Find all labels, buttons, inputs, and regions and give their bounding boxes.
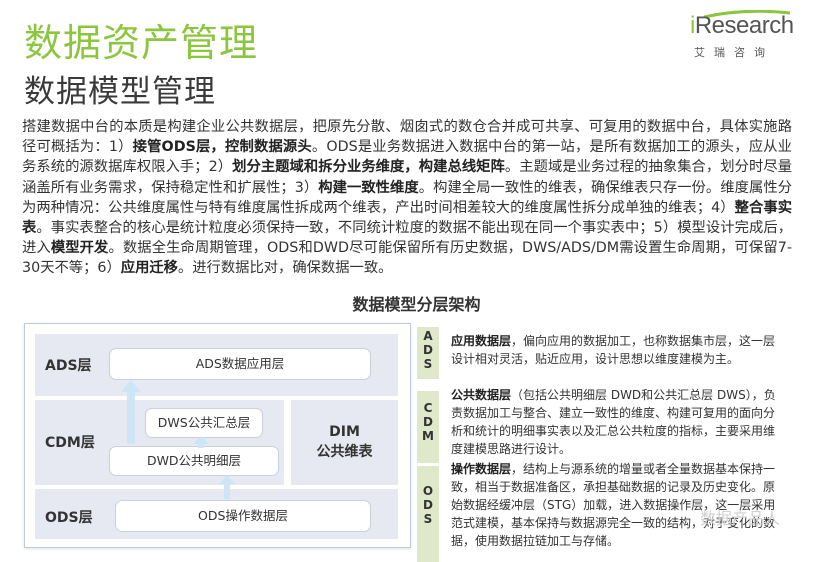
watermark: 数据产品人: [700, 509, 781, 528]
tag-ods: ODS: [417, 466, 439, 562]
paragraph-bold-run: 构建一致性维度: [318, 179, 419, 196]
logo-wordmark: iResearch: [690, 12, 794, 39]
cdm-description: 公共数据层（包括公共明细层 DWD和公共汇总层 DWS），负责数据加工与整合、建…: [451, 388, 776, 456]
ads-layer-label: ADS层: [45, 358, 92, 374]
arrow-up-ods-icon: [219, 475, 235, 499]
iresearch-logo: iResearch 艾瑞咨询: [690, 6, 800, 62]
dws-box: DWS公共汇总层: [145, 408, 263, 438]
dwd-box: DWD公共明细层: [109, 446, 279, 476]
ods-layer-label: ODS层: [45, 510, 93, 526]
intro-paragraph: 搭建数据中台的本质是构建企业公共数据层，把原先分散、烟囱式的数仓合并成可共享、可…: [22, 117, 792, 279]
paragraph-run: 。进行数据比对，确保数据一致。: [177, 260, 393, 277]
paragraph-bold-run: 划分主题域和拆分业务维度，构建总线矩阵: [232, 159, 505, 176]
dim-label: DIM 公共维表: [316, 424, 373, 460]
arrow-up-small-icon: [193, 436, 209, 448]
tag-cdm: CDM: [417, 391, 439, 463]
page-subtitle: 数据模型管理: [24, 74, 216, 110]
arrow-up-icon: [121, 380, 141, 444]
tag-ads: ADS: [417, 327, 439, 379]
ads-app-box: ADS数据应用层: [109, 348, 371, 380]
page-title: 数据资产管理: [24, 21, 259, 65]
cdm-layer-label: CDM层: [45, 435, 95, 451]
ads-description: 应用数据层，偏向应用的数据加工，也称数据集市层，这一层设计相对灵活，贴近应用，设…: [451, 334, 776, 366]
architecture-diagram: ADS层 CDM层 ODS层 ADS数据应用层 DWS公共汇总层 DWD公共明细…: [24, 323, 411, 548]
logo-subtitle: 艾瑞咨询: [694, 46, 774, 59]
paragraph-bold-run: 接管ODS层，控制数据源头: [132, 139, 312, 156]
paragraph-bold-run: 模型开发: [50, 240, 109, 257]
paragraph-bold-run: 应用迁移: [120, 260, 178, 277]
diagram-title: 数据模型分层架构: [352, 295, 481, 314]
ods-op-box: ODS操作数据层: [115, 500, 371, 532]
